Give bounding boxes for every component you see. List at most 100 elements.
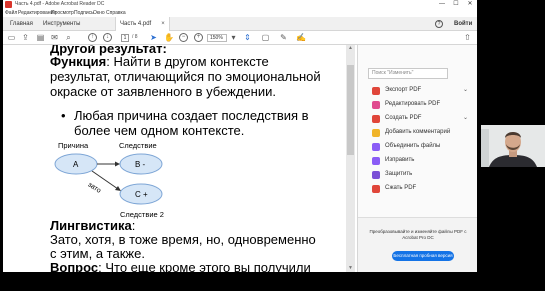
tool-item-label: Защитить <box>385 171 413 177</box>
document-view[interactable]: Другой результат: Функция: Найти в друго… <box>3 45 357 272</box>
combine-files-icon <box>372 143 380 151</box>
tab-row: Главная Инструменты Часть 4.pdf × ? Войти <box>3 17 477 31</box>
promo-panel: Преобразовывайте и изменяйте файлы PDF с… <box>358 217 477 272</box>
diagram-arrowhead-ac <box>115 186 121 191</box>
edit-pdf-icon <box>372 101 380 109</box>
tool-item[interactable]: Защитить <box>372 169 472 181</box>
tool-item[interactable]: Объединить файлы <box>372 141 472 153</box>
diagram-node-b-label: B - <box>135 160 146 169</box>
minimize-button[interactable]: — <box>435 0 449 9</box>
page-number-input[interactable]: 1 <box>121 34 129 42</box>
zoom-in-icon[interactable]: + <box>194 33 203 42</box>
function-text: : Найти в другом контексте <box>106 54 269 69</box>
scroll-down-icon[interactable]: ▼ <box>346 265 355 272</box>
tool-item-label: Экспорт PDF <box>385 87 422 93</box>
tab-tools[interactable]: Инструменты <box>43 17 80 31</box>
zoom-select[interactable]: 150% <box>207 34 227 42</box>
tool-item-label: Создать PDF <box>385 115 422 121</box>
tools-pane: Поиск "Изменить" Экспорт PDF ⌄ Редактирова… <box>357 45 477 272</box>
zoom-dropdown-icon[interactable]: ▾ <box>229 33 238 42</box>
hand-tool-icon[interactable]: ✋ <box>164 33 174 42</box>
prev-page-icon[interactable]: ↑ <box>88 33 97 42</box>
diagram-label-cause: Причина <box>58 141 89 150</box>
tool-item[interactable]: Экспорт PDF ⌄ <box>372 85 472 97</box>
presenter-image <box>481 125 545 167</box>
tab-document-label: Часть 4.pdf <box>120 21 152 27</box>
linguistics-line: Лингвистика: <box>50 219 135 233</box>
comment-icon <box>372 129 380 137</box>
tool-item-label: Изправить <box>385 157 415 163</box>
promo-text: Преобразовывайте и изменяйте файлы PDF с… <box>369 229 467 240</box>
cause-effect-diagram: Причина Следствие A B - C + зато Следств… <box>54 141 164 219</box>
share-icon[interactable]: ⇧ <box>463 33 472 42</box>
menu-sign[interactable]: Подпись <box>74 10 94 16</box>
tool-item[interactable]: Сжать PDF <box>372 183 472 195</box>
tool-item-label: Сжать PDF <box>385 185 417 191</box>
scroll-thumb[interactable] <box>347 65 354 155</box>
scroll-up-icon[interactable]: ▲ <box>346 45 355 52</box>
function-label: Функция <box>50 54 107 69</box>
function-line-2: результат, отличающийся по эмоциональной <box>50 69 321 84</box>
export-pdf-icon <box>372 87 380 95</box>
print-icon[interactable]: ▤ <box>36 33 45 42</box>
menu-help[interactable]: Справка <box>106 10 126 16</box>
tool-item-label: Редактировать PDF <box>385 101 441 107</box>
menu-window[interactable]: Окно <box>93 10 105 16</box>
diagram-label-effect: Следствие <box>119 141 157 150</box>
save-icon[interactable]: ▭ <box>7 33 16 42</box>
sign-in-button[interactable]: Войти <box>454 17 472 31</box>
help-icon[interactable]: ? <box>435 20 443 28</box>
select-cursor-icon[interactable]: ➤ <box>149 33 158 42</box>
upload-icon[interactable]: ⇪ <box>21 33 30 42</box>
diagram-arrowhead-ab <box>115 161 120 167</box>
acrobat-icon <box>5 1 12 8</box>
tool-item-label: Добавить комментарий <box>385 129 451 135</box>
diagram-node-c-label: C + <box>135 190 148 199</box>
function-line-3: окраске от заявленного в убеждении. <box>50 84 276 99</box>
acrobat-window: Часть 4.pdf - Adobe Acrobat Reader DC — … <box>3 0 477 272</box>
close-tab-icon[interactable]: × <box>161 21 165 27</box>
next-page-icon[interactable]: ↓ <box>103 33 112 42</box>
tab-document[interactable]: Часть 4.pdf × <box>115 17 170 31</box>
menu-file[interactable]: Файл <box>5 10 17 16</box>
diagram-edge-label: зато <box>86 181 102 195</box>
diagram-node-a-label: A <box>73 160 79 169</box>
function-line: Функция: Найти в другом контексте <box>50 55 269 69</box>
tools-search-input[interactable]: Поиск "Изменить" <box>368 68 448 79</box>
page-total: / 8 <box>132 34 138 40</box>
maximize-button[interactable]: ☐ <box>449 0 463 9</box>
zoom-out-icon[interactable]: − <box>179 33 188 42</box>
question-label: Вопрос <box>50 260 99 273</box>
document-scrollbar[interactable]: ▲ ▼ <box>346 45 355 272</box>
chevron-down-icon[interactable]: ⌄ <box>463 86 468 93</box>
sign-icon[interactable]: ✍ <box>296 33 306 42</box>
menu-bar: Файл Редактирование Просмотр Подпись Окн… <box>3 9 477 17</box>
compress-icon <box>372 185 380 193</box>
tool-item-label: Объединить файлы <box>385 143 441 149</box>
search-icon[interactable]: ⌕ <box>64 33 73 42</box>
bullet-line-1: Любая причина создает последствия в <box>74 108 309 123</box>
fit-page-icon[interactable]: ⇕ <box>243 33 252 42</box>
bullet-dot: • <box>61 108 66 123</box>
question-text: : Что еще кроме этого вы получили <box>98 260 311 273</box>
linguistics-line-2: с этим, а также. <box>50 246 145 261</box>
comment-icon[interactable]: ▢ <box>261 33 270 42</box>
tool-item[interactable]: Добавить комментарий <box>372 127 472 139</box>
question-line: Вопрос: Что еще кроме этого вы получили <box>50 260 311 273</box>
tool-item[interactable]: Создать PDF ⌄ <box>372 113 472 125</box>
close-button[interactable]: ✕ <box>463 0 477 9</box>
free-trial-button[interactable]: Бесплатная пробная версия <box>392 251 454 261</box>
email-icon[interactable]: ✉ <box>50 33 59 42</box>
screen: Часть 4.pdf - Adobe Acrobat Reader DC — … <box>0 0 545 291</box>
menu-view[interactable]: Просмотр <box>51 10 74 16</box>
linguistics-colon: : <box>131 218 136 233</box>
protect-icon <box>372 171 380 179</box>
webcam-video <box>481 125 545 167</box>
create-pdf-icon <box>372 115 380 123</box>
chevron-down-icon[interactable]: ⌄ <box>463 114 468 121</box>
title-bar: Часть 4.pdf - Adobe Acrobat Reader DC — … <box>3 0 477 9</box>
highlight-icon[interactable]: ✎ <box>279 33 288 42</box>
tool-item[interactable]: Редактировать PDF <box>372 99 472 111</box>
tool-item[interactable]: Изправить <box>372 155 472 167</box>
tab-home[interactable]: Главная <box>10 17 33 31</box>
